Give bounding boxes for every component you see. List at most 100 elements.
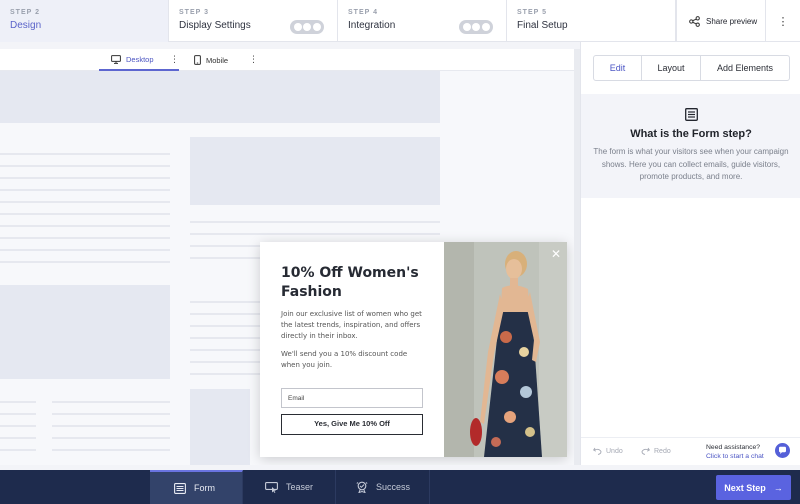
undo-icon [593, 447, 602, 455]
popup-discount-text[interactable]: We'll send you a 10% discount code when … [281, 349, 421, 371]
mobile-options-icon[interactable]: ⋮ [249, 54, 258, 65]
next-step-label: Next Step [724, 482, 766, 493]
step-design[interactable]: STEP 2 Design [0, 0, 169, 42]
tab-success[interactable]: Success [336, 470, 430, 504]
bottom-step-tabs: Form Teaser Success [0, 470, 800, 504]
mock-text-line [0, 249, 170, 251]
form-document-icon [685, 108, 698, 121]
mock-text-line [190, 361, 260, 363]
assist-title: Need assistance? [706, 444, 761, 451]
step-status-toggle [290, 20, 324, 34]
tab-form[interactable]: Form [150, 470, 243, 504]
mobile-phone-icon [194, 55, 201, 65]
mock-text-line [190, 233, 440, 235]
fashion-model-image[interactable]: ✕ [444, 242, 567, 457]
mock-text-line [0, 437, 36, 439]
device-tab-label: Mobile [206, 55, 229, 65]
editor-tabs: Edit Layout Add Elements [593, 55, 790, 81]
mock-text-line [0, 413, 36, 415]
mock-image-block [190, 137, 440, 205]
mock-text-line [52, 437, 170, 439]
step-number: STEP 4 [348, 9, 378, 16]
redo-icon [641, 447, 650, 455]
device-tab-desktop[interactable]: Desktop [99, 49, 179, 71]
step-number: STEP 3 [179, 9, 209, 16]
mock-text-line [190, 349, 260, 351]
device-tab-mobile[interactable]: Mobile [194, 49, 228, 71]
mock-text-line [0, 237, 170, 239]
form-step-info: What is the Form step? The form is what … [581, 94, 800, 198]
step-final-setup[interactable]: STEP 5 Final Setup [507, 0, 676, 42]
mock-text-line [190, 325, 260, 327]
chat-bubble-icon[interactable] [775, 443, 790, 458]
email-placeholder: Email [288, 395, 305, 402]
undo-button[interactable]: Undo [593, 447, 623, 455]
step-display-settings[interactable]: STEP 3 Display Settings [169, 0, 338, 42]
mock-text-line [190, 221, 440, 223]
info-title: What is the Form step? [630, 128, 752, 140]
mock-text-line [0, 213, 170, 215]
tab-edit[interactable]: Edit [594, 56, 642, 80]
close-icon[interactable]: ✕ [551, 248, 561, 260]
share-preview-button[interactable]: Share preview [676, 0, 765, 42]
step-status-toggle [459, 20, 493, 34]
share-preview-label: Share preview [706, 16, 758, 26]
campaign-popup: 10% Off Women's Fashion Join our exclusi… [260, 242, 567, 457]
tab-layout[interactable]: Layout [642, 56, 701, 80]
tab-teaser[interactable]: Teaser [243, 470, 336, 504]
mock-text-line [0, 261, 170, 263]
mock-text-line [190, 373, 260, 375]
editor-panel: Edit Layout Add Elements What is the For… [580, 42, 800, 465]
monitor-icon [111, 54, 121, 64]
form-icon [174, 482, 186, 494]
info-description: The form is what your visitors see when … [593, 147, 789, 181]
step-number: STEP 2 [10, 9, 40, 16]
mock-text-line [190, 337, 260, 339]
next-step-button[interactable]: Next Step → [716, 475, 791, 500]
assist-chat-link[interactable]: Click to start a chat [706, 452, 764, 461]
desktop-options-icon[interactable]: ⋮ [170, 54, 179, 65]
redo-button[interactable]: Redo [641, 447, 671, 455]
redo-label: Redo [654, 447, 671, 455]
teaser-icon [265, 481, 278, 493]
step-title: Final Setup [517, 20, 568, 31]
mock-text-line [52, 425, 170, 427]
panel-footer: Undo Redo Need assistance? Click to star… [581, 437, 800, 465]
undo-label: Undo [606, 447, 623, 455]
tab-label: Form [194, 483, 215, 493]
mock-hero-block [0, 71, 440, 123]
email-input[interactable]: Email [281, 388, 423, 408]
tab-add-elements[interactable]: Add Elements [701, 56, 789, 80]
mock-text-line [52, 413, 170, 415]
mock-text-line [0, 153, 170, 155]
popup-cta-button[interactable]: Yes, Give Me 10% Off [281, 414, 423, 435]
popup-description[interactable]: Join our exclusive list of women who get… [281, 309, 426, 342]
mock-image-block [190, 389, 250, 465]
mock-text-line [0, 177, 170, 179]
mock-text-line [52, 401, 170, 403]
share-icon [689, 15, 700, 27]
campaign-preview: Desktop ⋮ Mobile ⋮ 10% Off Women's Fashi… [0, 49, 574, 465]
mock-text-line [0, 425, 36, 427]
arrow-right-icon: → [773, 482, 783, 493]
step-title: Design [10, 20, 42, 31]
success-badge-icon [356, 481, 368, 493]
device-switcher: Desktop ⋮ Mobile ⋮ [0, 49, 574, 71]
device-tab-label: Desktop [126, 54, 154, 64]
more-options-button[interactable]: ⋮ [765, 0, 800, 42]
assistance-link[interactable]: Need assistance? Click to start a chat [706, 443, 764, 461]
mock-text-line [0, 449, 36, 451]
tab-label: Teaser [286, 482, 314, 492]
popup-title[interactable]: 10% Off Women's Fashion [281, 264, 431, 302]
mock-text-line [52, 449, 170, 451]
tab-label: Success [376, 482, 411, 492]
mock-text-line [0, 401, 36, 403]
step-integration[interactable]: STEP 4 Integration [338, 0, 507, 42]
mock-text-line [0, 189, 170, 191]
kebab-vertical-icon: ⋮ [777, 15, 789, 28]
mock-image-block [0, 285, 170, 379]
mock-text-line [190, 301, 260, 303]
mock-text-line [0, 225, 170, 227]
mock-text-line [0, 201, 170, 203]
step-number: STEP 5 [517, 9, 547, 16]
